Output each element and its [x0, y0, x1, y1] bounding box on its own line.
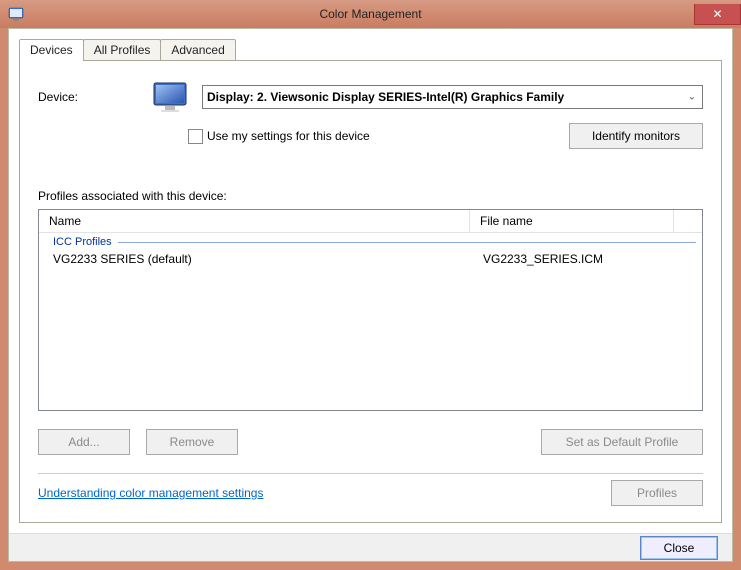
tab-devices[interactable]: Devices: [19, 39, 84, 61]
remove-button[interactable]: Remove: [146, 429, 238, 455]
add-button[interactable]: Add...: [38, 429, 130, 455]
use-my-settings-label: Use my settings for this device: [207, 129, 370, 143]
profiles-button[interactable]: Profiles: [611, 480, 703, 506]
dialog-body: Devices All Profiles Advanced Device:: [8, 28, 733, 562]
device-select[interactable]: Display: 2. Viewsonic Display SERIES-Int…: [202, 85, 703, 109]
device-select-value: Display: 2. Viewsonic Display SERIES-Int…: [207, 90, 564, 104]
close-dialog-button[interactable]: Close: [640, 536, 718, 560]
checkbox-box: [188, 129, 203, 144]
column-filename[interactable]: File name: [470, 210, 674, 232]
profiles-associated-label: Profiles associated with this device:: [38, 189, 703, 203]
group-icc-profiles: ICC Profiles: [39, 233, 702, 250]
window: Color Management ✕ Devices All Profiles …: [0, 0, 741, 570]
profile-name: VG2233 SERIES (default): [39, 252, 473, 266]
monitor-icon: [152, 81, 188, 113]
tab-all-profiles[interactable]: All Profiles: [83, 39, 162, 60]
device-options-row: Use my settings for this device Identify…: [38, 123, 703, 149]
profiles-list[interactable]: Name File name ICC Profiles VG2233 SERIE…: [38, 209, 703, 411]
color-management-icon: [8, 6, 24, 22]
close-button[interactable]: ✕: [694, 4, 741, 25]
bottom-row: Understanding color management settings …: [38, 480, 703, 506]
separator: [38, 473, 703, 474]
tab-advanced[interactable]: Advanced: [160, 39, 235, 60]
identify-monitors-button[interactable]: Identify monitors: [569, 123, 703, 149]
chevron-down-icon: ⌄: [688, 92, 696, 103]
list-item[interactable]: VG2233 SERIES (default) VG2233_SERIES.IC…: [39, 250, 702, 268]
profile-filename: VG2233_SERIES.ICM: [473, 252, 702, 266]
set-default-profile-button[interactable]: Set as Default Profile: [541, 429, 703, 455]
use-my-settings-checkbox[interactable]: Use my settings for this device: [188, 129, 370, 144]
devices-panel: Device: Display: 2. Viewsonic Display SE…: [19, 60, 722, 523]
device-row: Device: Display: 2. Viewsonic Display SE…: [38, 81, 703, 113]
column-spacer: [674, 210, 702, 232]
understanding-link[interactable]: Understanding color management settings: [38, 486, 263, 500]
list-header: Name File name: [39, 210, 702, 233]
titlebar: Color Management ✕: [0, 0, 741, 28]
window-title: Color Management: [0, 7, 741, 21]
close-icon: ✕: [712, 7, 722, 21]
column-name[interactable]: Name: [39, 210, 470, 232]
group-divider: [118, 242, 696, 243]
tab-strip: Devices All Profiles Advanced: [19, 39, 732, 60]
device-label: Device:: [38, 90, 138, 104]
dialog-footer: Close: [9, 533, 732, 561]
profile-buttons-row: Add... Remove Set as Default Profile: [38, 429, 703, 455]
